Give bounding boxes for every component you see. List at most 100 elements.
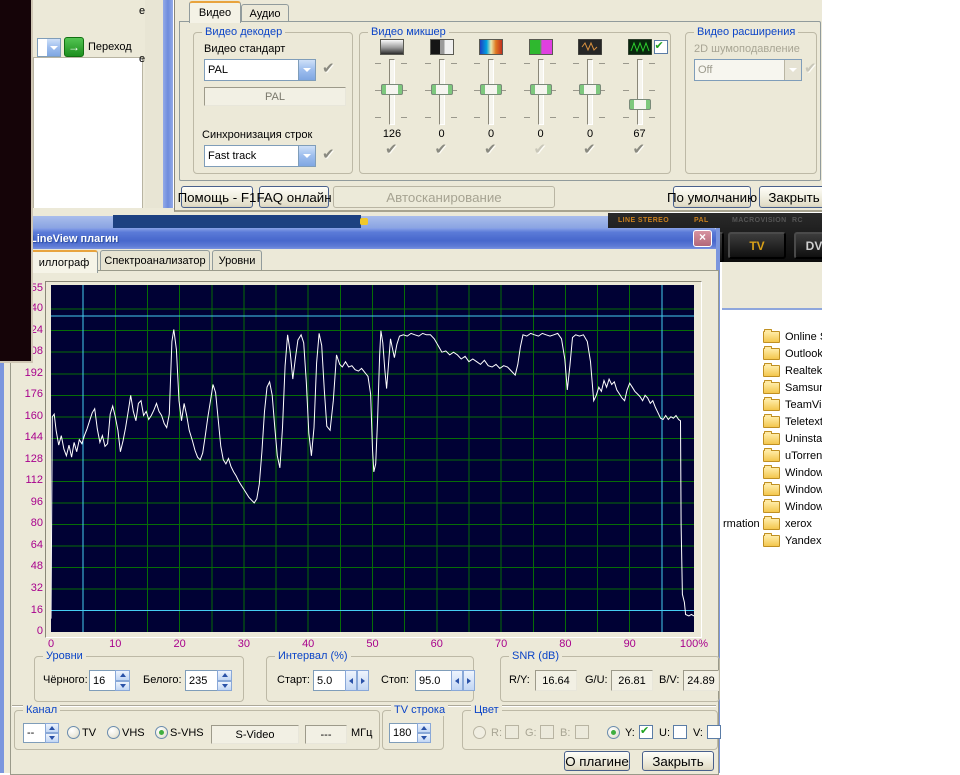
apply-check-icon[interactable]: ✔ <box>633 140 646 158</box>
sync-label: Синхронизация строк <box>202 129 312 141</box>
background-window-strip <box>145 0 163 212</box>
tab-spectrum-analyzer[interactable]: Спектроанализатор <box>100 250 210 271</box>
apply-check-icon[interactable]: ✔ <box>322 145 335 163</box>
folder-item[interactable]: Window <box>722 464 822 481</box>
chevron-down-icon[interactable] <box>298 60 315 80</box>
lineview-window: LineView плагин × иллограф Спектроанализ… <box>0 228 720 773</box>
folder-item[interactable]: uTorren <box>722 447 822 464</box>
folder-item[interactable]: Outlook <box>722 345 822 362</box>
interval-group: Интервал (%) Старт: 5.0 Стоп: 95.0 <box>266 656 474 702</box>
slider-thumb[interactable] <box>530 84 552 95</box>
slider-thumb[interactable] <box>629 99 651 110</box>
channel-number-stepper[interactable] <box>45 723 59 743</box>
folder-icon <box>763 484 780 496</box>
radio-rgb <box>473 726 486 739</box>
folder-item[interactable]: Teletext <box>722 413 822 430</box>
slider-thumb[interactable] <box>480 84 502 95</box>
slider-value: 126 <box>366 128 418 140</box>
apply-check-icon[interactable]: ✔ <box>534 140 547 158</box>
separator <box>12 705 716 707</box>
stop-input[interactable]: 95.0 <box>415 670 454 691</box>
y-checkbox[interactable] <box>639 725 653 739</box>
apply-check-icon[interactable]: ✔ <box>322 59 335 77</box>
u-label: U: <box>659 727 670 739</box>
go-button[interactable]: → <box>64 37 84 57</box>
pane-divider <box>722 308 822 310</box>
folder-item[interactable]: Yandex <box>722 532 822 549</box>
defaults-button[interactable]: По умолчанию <box>673 186 751 208</box>
tab-levels[interactable]: Уровни <box>212 250 262 271</box>
stop-stepper[interactable] <box>451 670 475 691</box>
radio-tv[interactable] <box>67 726 80 739</box>
slider-value: 0 <box>515 128 567 140</box>
tab-audio[interactable]: Аудио <box>241 4 289 22</box>
go-button-label: Переход <box>88 41 132 53</box>
channel-enable-checkbox[interactable] <box>654 40 668 54</box>
video-standard-readout: PAL <box>204 87 346 106</box>
start-stepper[interactable] <box>345 670 369 691</box>
folder-item[interactable]: Samsun <box>722 379 822 396</box>
apply-check-icon[interactable]: ✔ <box>385 140 398 158</box>
slider-thumb[interactable] <box>381 84 403 95</box>
black-level-stepper[interactable] <box>115 670 130 691</box>
black-level-input[interactable]: 16 <box>89 670 118 691</box>
x-axis-tick: 80 <box>545 638 585 650</box>
white-level-stepper[interactable] <box>217 670 232 691</box>
clipped-text-fragment: rmation <box>723 518 760 530</box>
tv-line-input[interactable]: 180 <box>389 723 420 743</box>
folder-item[interactable]: Online S <box>722 328 822 345</box>
brightness-icon <box>380 39 404 55</box>
y-axis-tick: 32 <box>16 582 43 594</box>
tab-oscillograph[interactable]: иллограф <box>30 250 98 273</box>
video-standard-select[interactable]: PAL <box>204 59 316 81</box>
folder-icon <box>763 399 780 411</box>
radio-svhs[interactable] <box>155 726 168 739</box>
folder-item[interactable]: TeamVie <box>722 396 822 413</box>
slider-thumb[interactable] <box>579 84 601 95</box>
tab-video[interactable]: Видео <box>189 1 241 23</box>
apply-check-icon[interactable]: ✔ <box>435 140 448 158</box>
noise-reduction-label: 2D шумоподавление <box>694 43 800 55</box>
tv-line-stepper[interactable] <box>417 723 431 743</box>
y-axis-tick: 80 <box>16 517 43 529</box>
close-button[interactable]: Закрыть <box>759 186 822 208</box>
folder-icon <box>763 348 780 360</box>
faq-button[interactable]: FAQ онлайн <box>259 186 329 208</box>
close-icon[interactable]: × <box>693 230 712 247</box>
dv-button[interactable]: DV <box>794 232 822 259</box>
radio-yuv[interactable] <box>607 726 620 739</box>
frequency-readout: --- <box>305 725 347 744</box>
waveform-svg <box>51 285 694 632</box>
tv-button[interactable]: TV <box>728 232 786 259</box>
lineview-titlebar[interactable]: LineView плагин × <box>4 228 716 249</box>
folder-item[interactable]: Window <box>722 481 822 498</box>
apply-check-icon[interactable]: ✔ <box>583 140 596 158</box>
about-plugin-button[interactable]: О плагине <box>564 751 630 771</box>
folder-item[interactable]: Realtek <box>722 362 822 379</box>
y-axis-tick: 128 <box>16 453 43 465</box>
radio-vhs[interactable] <box>107 726 120 739</box>
help-button[interactable]: Помощь - F1 <box>181 186 253 208</box>
slider-thumb[interactable] <box>431 84 453 95</box>
gamma-icon <box>628 39 652 55</box>
list-panel <box>33 57 143 218</box>
v-checkbox[interactable] <box>707 725 721 739</box>
chevron-down-icon[interactable] <box>298 146 315 166</box>
start-input[interactable]: 5.0 <box>313 670 348 691</box>
y-axis-tick: 48 <box>16 560 43 572</box>
slider-track[interactable] <box>637 59 643 125</box>
folder-icon <box>763 450 780 462</box>
apply-check-icon[interactable]: ✔ <box>484 140 497 158</box>
mixer-channels: 126✔0✔0✔0✔0✔67✔ <box>360 33 670 173</box>
address-dropdown[interactable] <box>37 38 61 57</box>
folder-item[interactable]: Window <box>722 498 822 515</box>
saturation-icon <box>479 39 503 55</box>
status-line-stereo: LINE STEREO <box>618 217 669 224</box>
status-pal: PAL <box>694 217 709 224</box>
slider-value: 0 <box>416 128 468 140</box>
close-plugin-button[interactable]: Закрыть <box>642 751 714 771</box>
folder-item[interactable]: Uninstal <box>722 430 822 447</box>
u-checkbox[interactable] <box>673 725 687 739</box>
sync-select[interactable]: Fast track <box>204 145 316 167</box>
white-level-input[interactable]: 235 <box>185 670 220 691</box>
